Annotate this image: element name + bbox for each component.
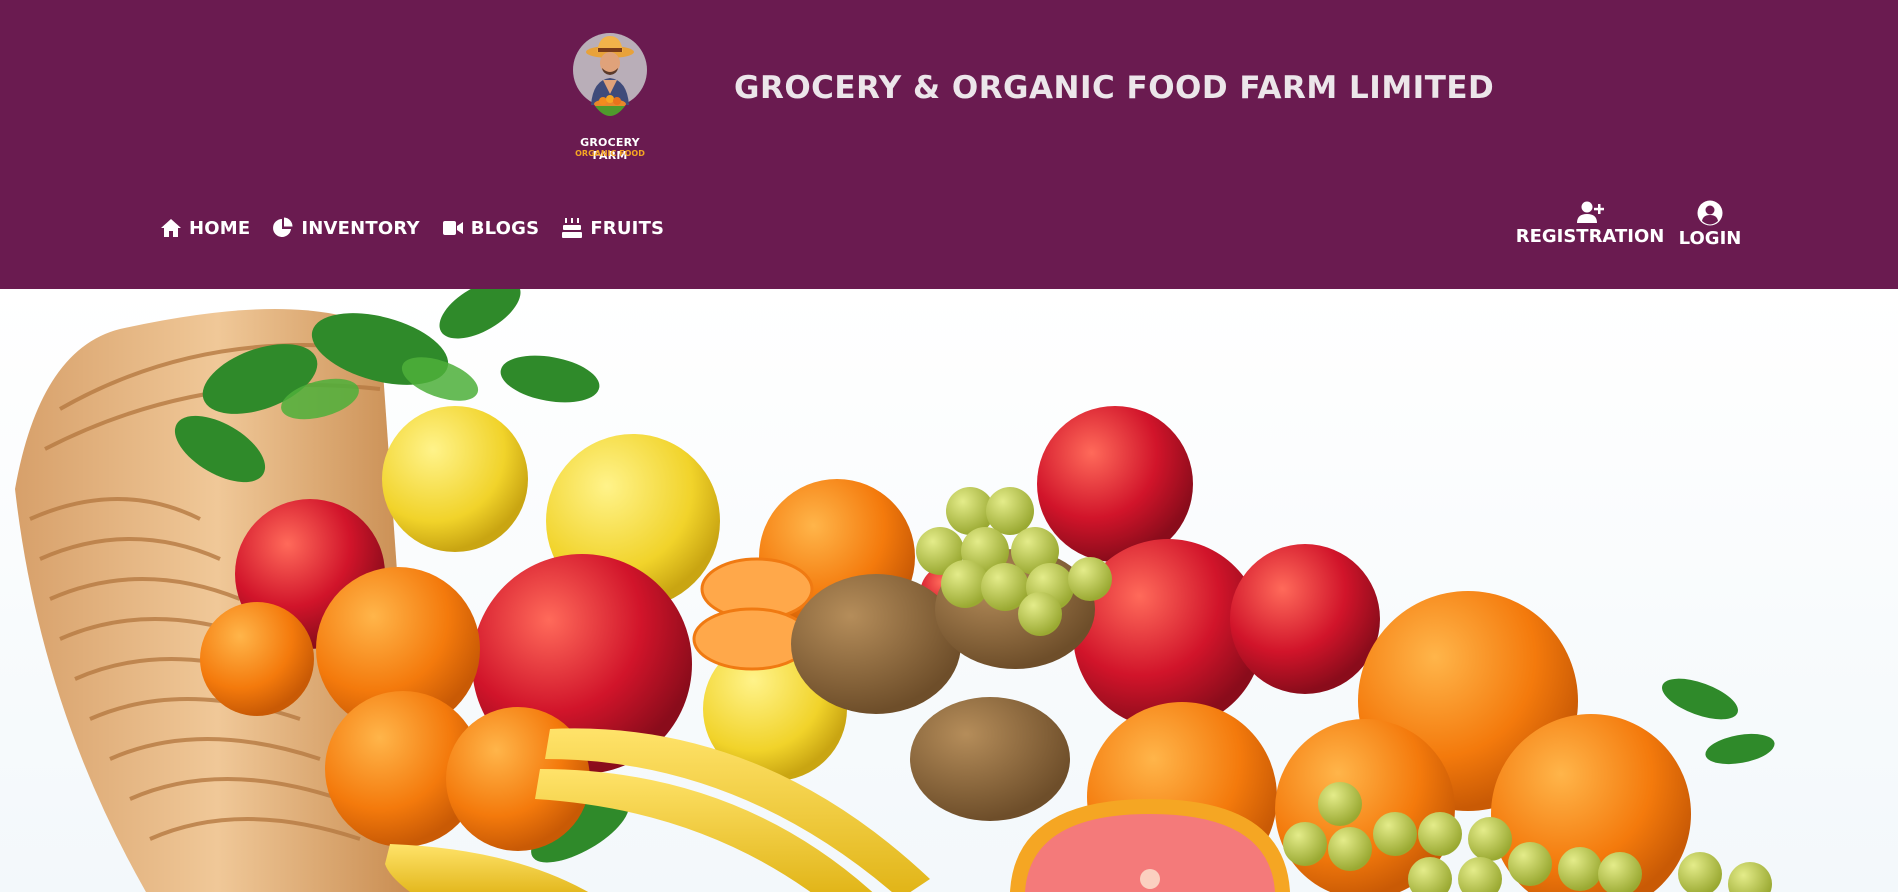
nav-item-fruits[interactable]: FRUITS [561,217,664,239]
main-nav: HOME INVENTORY BLOGS FRUITS [160,212,686,244]
nav-item-blogs[interactable]: BLOGS [442,218,540,239]
hero-banner [0,289,1898,892]
registration-link[interactable]: REGISTRATION [1516,200,1664,247]
video-icon [442,221,463,235]
user-circle-icon [1697,200,1723,226]
site-header: GROCERY FARM ORGANIC FOOD GROCERY & ORGA… [0,0,1898,289]
registration-label: REGISTRATION [1515,226,1665,247]
login-link[interactable]: LOGIN [1679,200,1741,249]
nav-item-label: BLOGS [470,217,540,239]
nav-item-label: HOME [189,217,251,239]
site-title: GROCERY & ORGANIC FOOD FARM LIMITED [734,70,1495,106]
login-label: LOGIN [1678,228,1742,249]
nav-item-label: INVENTORY [301,217,420,239]
nav-item-home[interactable]: HOME [160,218,250,239]
user-plus-icon [1577,201,1604,223]
logo-subtitle: ORGANIC FOOD [575,149,645,158]
farmer-logo-icon [573,33,647,116]
pie-chart-icon [273,217,293,237]
nav-item-inventory[interactable]: INVENTORY [272,217,420,239]
site-logo[interactable]: GROCERY FARM ORGANIC FOOD [565,30,655,175]
nav-item-label: FRUITS [590,217,665,239]
home-icon [161,219,181,237]
fruit-basket-image [15,289,1775,892]
cake-icon [562,218,583,238]
